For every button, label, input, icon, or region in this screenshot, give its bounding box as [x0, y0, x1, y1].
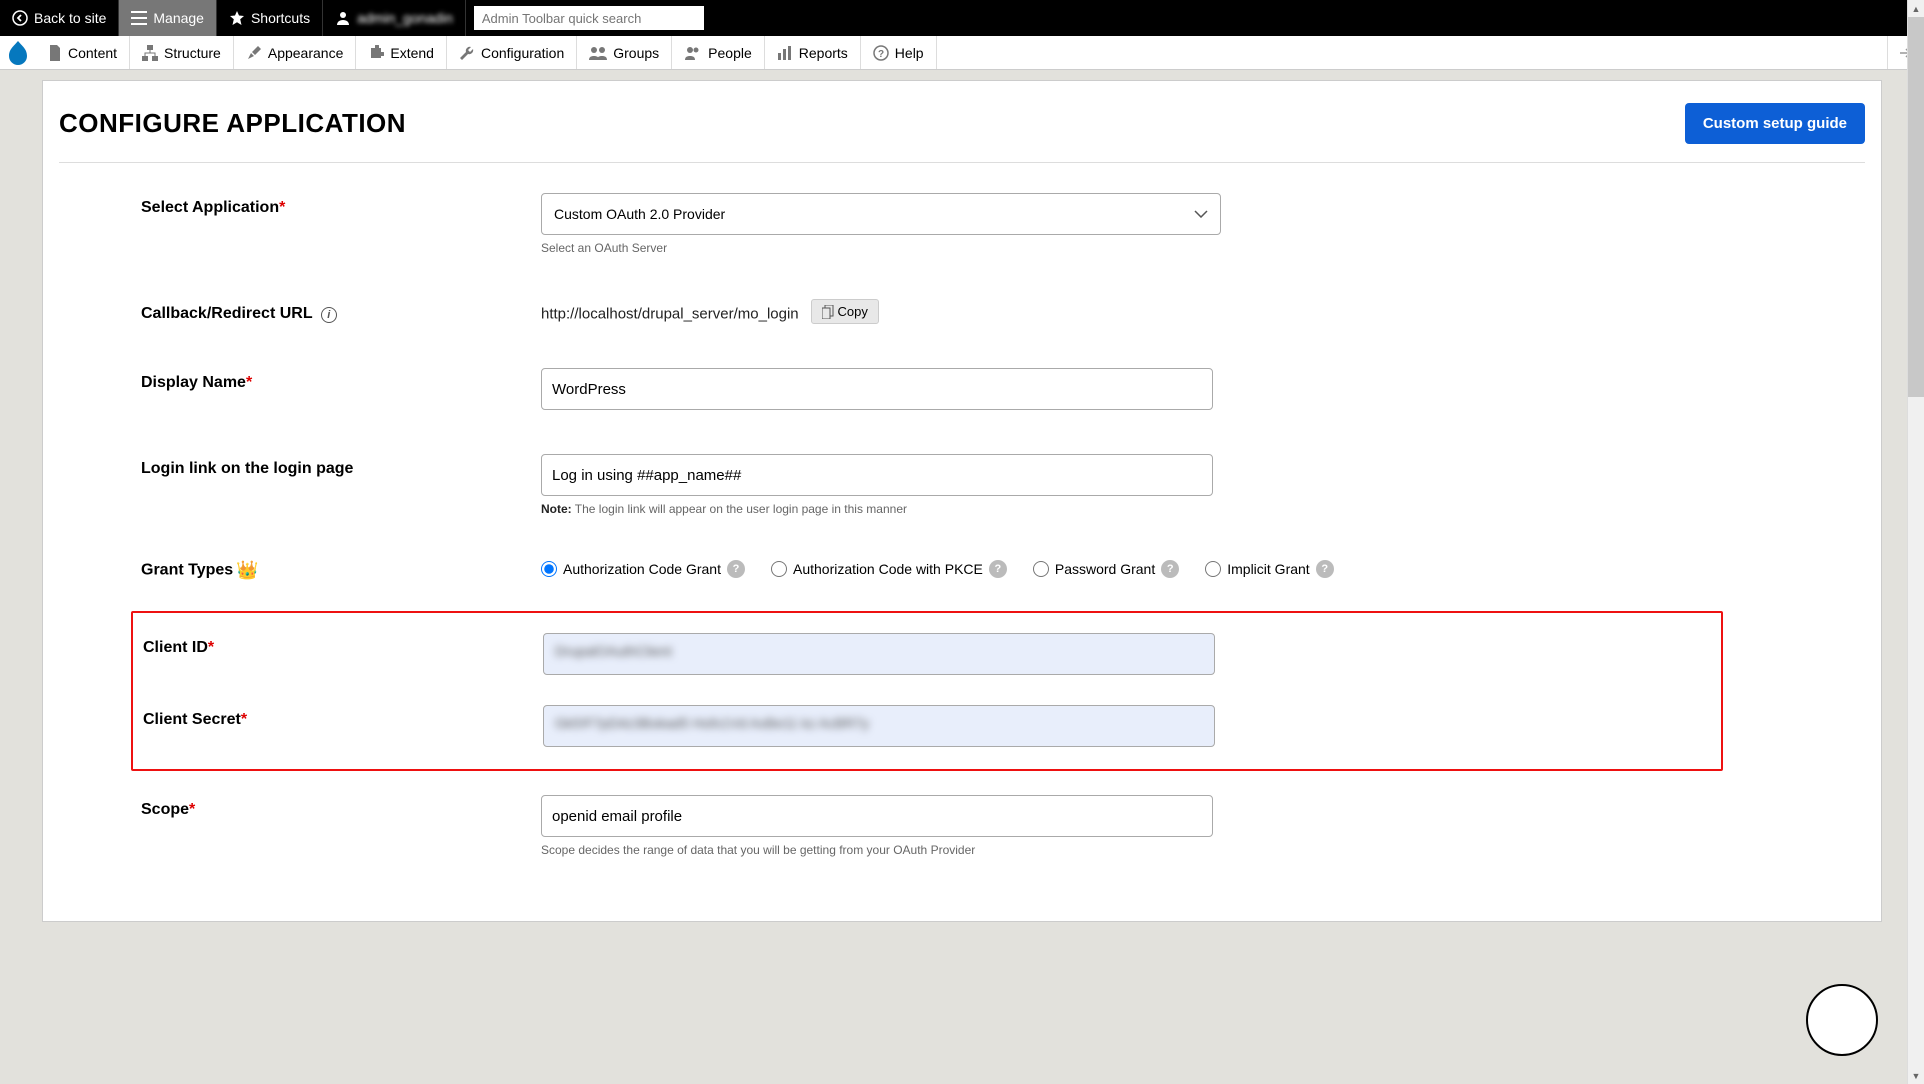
custom-setup-guide-button[interactable]: Custom setup guide	[1685, 103, 1865, 144]
help-icon[interactable]: ?	[727, 560, 745, 578]
select-application-value: Custom OAuth 2.0 Provider	[554, 206, 725, 222]
display-name-label: Display Name*	[141, 368, 541, 392]
login-link-input[interactable]	[541, 454, 1213, 496]
wrench-icon	[459, 45, 475, 61]
info-icon[interactable]: i	[321, 307, 337, 323]
scroll-up-icon[interactable]: ▲	[1908, 0, 1924, 17]
client-id-label: Client ID*	[143, 633, 543, 657]
user-menu[interactable]: admin_gonadin	[323, 0, 466, 36]
people-icon	[684, 46, 702, 60]
nav-structure[interactable]: Structure	[130, 36, 234, 69]
hierarchy-icon	[142, 45, 158, 61]
groups-icon	[589, 46, 607, 60]
scope-label: Scope*	[141, 795, 541, 819]
grant-password[interactable]: Password Grant?	[1033, 560, 1179, 578]
bar-chart-icon	[777, 45, 793, 61]
nav-groups[interactable]: Groups	[577, 36, 672, 69]
back-to-site-link[interactable]: Back to site	[0, 0, 119, 36]
puzzle-icon	[368, 45, 384, 61]
callback-url-value: http://localhost/drupal_server/mo_login	[541, 306, 799, 323]
select-application-dropdown[interactable]: Custom OAuth 2.0 Provider	[541, 193, 1221, 235]
help-icon[interactable]: ?	[989, 560, 1007, 578]
star-icon	[229, 10, 245, 26]
nav-content[interactable]: Content	[36, 36, 130, 69]
scope-helper: Scope decides the range of data that you…	[541, 843, 1783, 857]
grant-types-label: Grant Types👑	[141, 560, 541, 581]
scroll-down-icon[interactable]: ▼	[1908, 1067, 1924, 1084]
nav-extend[interactable]: Extend	[356, 36, 447, 69]
nav-configuration[interactable]: Configuration	[447, 36, 577, 69]
display-name-input[interactable]	[541, 368, 1213, 410]
document-icon	[48, 45, 62, 61]
copy-icon	[822, 305, 834, 319]
user-name: admin_gonadin	[357, 10, 453, 26]
callback-url-label: Callback/Redirect URL i	[141, 299, 541, 323]
drupal-logo-icon[interactable]	[0, 40, 36, 66]
copy-button[interactable]: Copy	[811, 299, 879, 324]
grant-auth-code[interactable]: Authorization Code Grant?	[541, 560, 745, 578]
help-icon[interactable]: ?	[1161, 560, 1179, 578]
svg-text:?: ?	[878, 49, 884, 60]
scrollbar[interactable]: ▲ ▼	[1907, 0, 1924, 1084]
user-icon	[335, 10, 351, 26]
floating-action-button[interactable]	[1806, 984, 1878, 1056]
select-application-helper: Select an OAuth Server	[541, 241, 1783, 255]
admin-toolbar: Back to site Manage Shortcuts admin_gona…	[0, 0, 1924, 36]
nav-people[interactable]: People	[672, 36, 765, 69]
back-to-site-label: Back to site	[34, 10, 106, 26]
shortcuts-label: Shortcuts	[251, 10, 310, 26]
manage-label: Manage	[153, 10, 204, 26]
manage-toggle[interactable]: Manage	[119, 0, 217, 36]
scope-input[interactable]	[541, 795, 1213, 837]
admin-subnav: Content Structure Appearance Extend Conf…	[0, 36, 1924, 70]
hamburger-icon	[131, 11, 147, 25]
login-link-note: Note: The login link will appear on the …	[541, 502, 1783, 516]
credentials-highlight: Client ID* DrupalOAuthClient Client Secr…	[131, 611, 1723, 771]
grant-pkce[interactable]: Authorization Code with PKCE?	[771, 560, 1007, 578]
admin-search-input[interactable]	[474, 6, 704, 30]
arrow-left-icon	[12, 10, 28, 26]
page-title: CONFIGURE APPLICATION	[59, 108, 406, 139]
chevron-down-icon	[1194, 210, 1208, 218]
crown-icon: 👑	[236, 560, 258, 580]
help-icon[interactable]: ?	[1316, 560, 1334, 578]
shortcuts-link[interactable]: Shortcuts	[217, 0, 323, 36]
grant-implicit[interactable]: Implicit Grant?	[1205, 560, 1333, 578]
scroll-thumb[interactable]	[1908, 17, 1924, 397]
select-application-label: Select Application*	[141, 193, 541, 217]
help-icon: ?	[873, 45, 889, 61]
login-link-label: Login link on the login page	[141, 454, 541, 478]
nav-appearance[interactable]: Appearance	[234, 36, 357, 69]
nav-help[interactable]: ?Help	[861, 36, 937, 69]
nav-reports[interactable]: Reports	[765, 36, 861, 69]
client-secret-label: Client Secret*	[143, 705, 543, 729]
paintbrush-icon	[246, 45, 262, 61]
